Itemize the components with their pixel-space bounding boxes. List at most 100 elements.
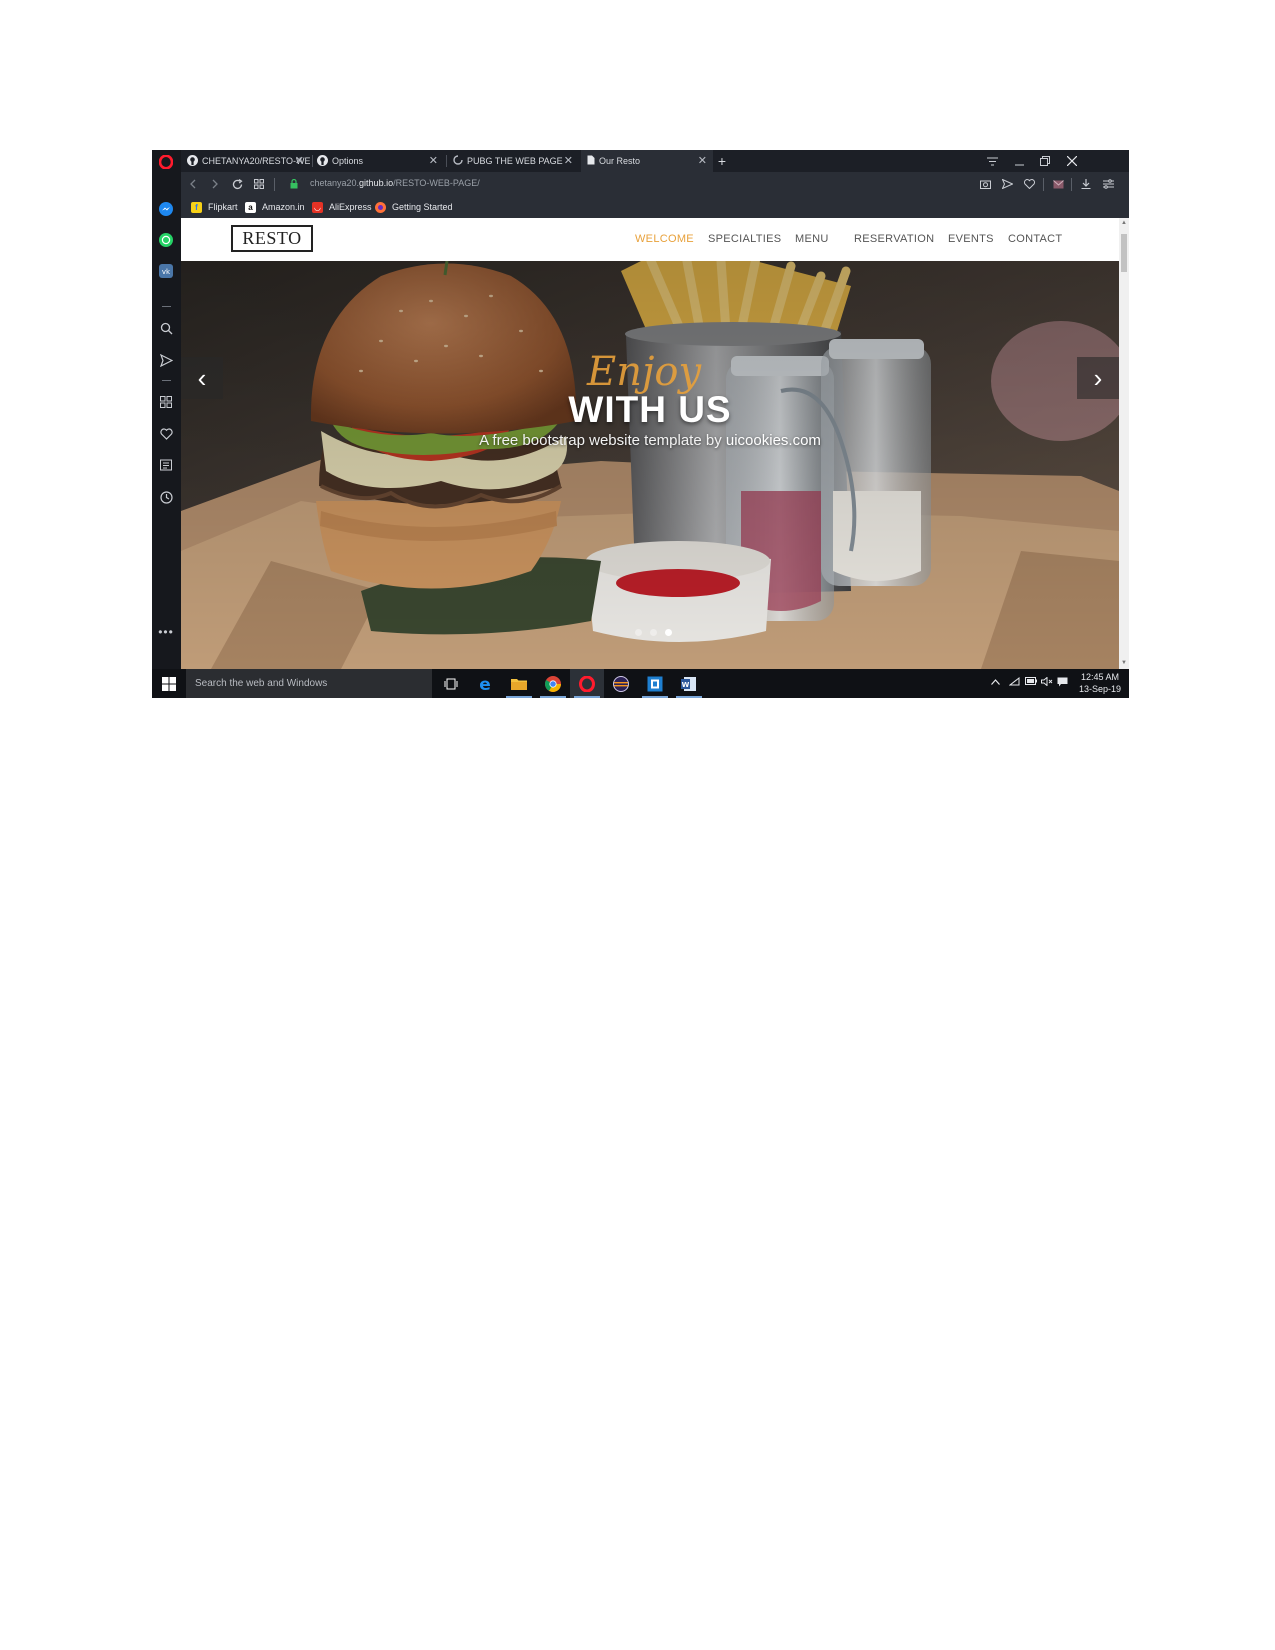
reload-icon[interactable] — [229, 176, 245, 192]
url-prefix: chetanya20. — [310, 178, 360, 188]
close-window-icon[interactable] — [1061, 150, 1083, 172]
bookmark-aliexpress[interactable]: ◡ AliExpress — [312, 200, 372, 214]
messenger-icon[interactable] — [158, 201, 174, 217]
show-hidden-icons-icon[interactable] — [991, 677, 1000, 688]
scroll-up-icon[interactable]: ▲ — [1121, 220, 1127, 226]
url-field[interactable]: chetanya20.github.io/RESTO-WEB-PAGE/ — [310, 178, 480, 188]
bookmark-label: Amazon.in — [262, 202, 305, 212]
task-view-icon[interactable] — [434, 669, 468, 698]
loading-icon — [453, 155, 463, 167]
nav-reservation[interactable]: RESERVATION — [854, 233, 934, 245]
tiles-icon[interactable] — [251, 176, 267, 192]
eclipse-icon[interactable] — [604, 669, 638, 698]
tab-divider — [446, 155, 447, 167]
hero-food-image — [181, 261, 1119, 669]
back-icon[interactable] — [185, 176, 201, 192]
close-icon[interactable]: ✕ — [698, 154, 707, 167]
sticky-app-icon[interactable] — [638, 669, 672, 698]
address-bar: chetanya20.github.io/RESTO-WEB-PAGE/ — [181, 172, 1129, 196]
word-icon[interactable]: W — [672, 669, 706, 698]
restore-icon[interactable] — [1034, 150, 1056, 172]
github-icon — [187, 154, 198, 168]
vk-icon[interactable]: vk — [158, 263, 174, 279]
battery-icon[interactable] — [1025, 677, 1037, 688]
close-icon[interactable]: ✕ — [295, 154, 304, 167]
tab-pubg[interactable]: PUBG THE WEB PAGE ✕ — [448, 150, 579, 172]
taskbar-search-input[interactable]: Search the web and Windows — [186, 669, 432, 698]
minimize-icon[interactable] — [1008, 150, 1030, 172]
carousel-indicator[interactable] — [635, 629, 642, 636]
web-page: RESTO WELCOME SPECIALTIES MENU RESERVATI… — [181, 218, 1119, 669]
extension-mail-icon[interactable] — [1050, 176, 1066, 192]
aliexpress-icon: ◡ — [312, 201, 323, 213]
volume-muted-icon[interactable] — [1041, 676, 1053, 689]
lock-icon[interactable] — [286, 176, 302, 192]
forward-icon[interactable] — [207, 176, 223, 192]
download-icon[interactable] — [1078, 176, 1094, 192]
bookmark-flipkart[interactable]: f Flipkart — [191, 200, 238, 214]
file-explorer-icon[interactable] — [502, 669, 536, 698]
heart-icon[interactable] — [158, 426, 174, 442]
bookmark-label: Flipkart — [208, 202, 238, 212]
snapshot-icon[interactable] — [977, 176, 993, 192]
tab-options[interactable]: Options ✕ — [314, 150, 444, 172]
nav-menu[interactable]: MENU — [795, 233, 829, 245]
page-icon — [587, 155, 595, 167]
windows-start-icon[interactable] — [152, 669, 186, 698]
bookmark-label: AliExpress — [329, 202, 372, 212]
toolbar-divider — [1071, 178, 1072, 191]
more-icon[interactable]: ••• — [158, 624, 174, 640]
chrome-icon[interactable] — [536, 669, 570, 698]
send-icon[interactable] — [999, 176, 1015, 192]
clock-time: 12:45 AM — [1080, 672, 1119, 682]
opera-taskbar-icon[interactable] — [570, 669, 604, 698]
tab-strip: CHETANYA20/RESTO-WEB ✕ Options ✕ PUBG TH… — [181, 150, 1129, 172]
windows-taskbar: Search the web and Windows e W 12:45 AM … — [152, 669, 1129, 698]
scroll-down-icon[interactable]: ▼ — [1121, 660, 1127, 666]
site-navbar: RESTO WELCOME SPECIALTIES MENU RESERVATI… — [181, 218, 1119, 261]
carousel-indicator[interactable] — [650, 629, 657, 636]
easy-setup-icon[interactable] — [1100, 176, 1116, 192]
firefox-icon — [375, 201, 386, 213]
edge-icon[interactable]: e — [468, 669, 502, 698]
search-icon[interactable] — [158, 320, 174, 336]
page-scrollbar[interactable]: ▲ ▼ — [1119, 218, 1129, 669]
tab-menu-icon[interactable] — [981, 150, 1003, 172]
carousel-indicator-active[interactable] — [665, 629, 672, 636]
nav-contact[interactable]: CONTACT — [1008, 233, 1062, 245]
tab-label: PUBG THE WEB PAGE — [467, 156, 563, 166]
bookmark-label: Getting Started — [392, 202, 453, 212]
tab-our-resto[interactable]: Our Resto ✕ — [581, 150, 713, 172]
tab-github-resto[interactable]: CHETANYA20/RESTO-WEB ✕ — [183, 150, 310, 172]
close-icon[interactable]: ✕ — [429, 154, 438, 167]
speed-dial-icon[interactable] — [158, 394, 174, 410]
bookmark-amazon[interactable]: a Amazon.in — [245, 200, 305, 214]
whatsapp-icon[interactable] — [158, 232, 174, 248]
url-path: /RESTO-WEB-PAGE/ — [393, 178, 480, 188]
bookmark-heart-icon[interactable] — [1021, 176, 1037, 192]
nav-welcome[interactable]: WELCOME — [635, 233, 694, 245]
sidebar-divider — [162, 380, 171, 381]
nav-events[interactable]: EVENTS — [948, 233, 994, 245]
hero-subtitle: A free bootstrap website template by uic… — [181, 432, 1119, 449]
bookmark-getting-started[interactable]: Getting Started — [375, 200, 453, 214]
screenshot-window: vk ••• CHETANYA20/RESTO-WEB ✕ Options ✕ … — [152, 150, 1129, 698]
network-icon[interactable] — [1008, 676, 1020, 689]
scroll-thumb[interactable] — [1121, 234, 1127, 272]
nav-specialties[interactable]: SPECIALTIES — [708, 233, 781, 245]
taskbar-clock[interactable]: 12:45 AM 13-Sep-19 — [1079, 671, 1121, 695]
tab-divider — [312, 155, 313, 167]
action-center-icon[interactable] — [1057, 677, 1068, 690]
send-icon[interactable] — [158, 352, 174, 368]
hero-subtitle-link[interactable]: uicookies.com — [726, 432, 821, 449]
history-icon[interactable] — [158, 489, 174, 505]
hero-carousel: ‹ › Enjoy WITH US A free bootstrap websi… — [181, 261, 1119, 669]
close-icon[interactable]: ✕ — [564, 154, 573, 167]
opera-logo-icon[interactable] — [158, 154, 174, 170]
new-tab-button[interactable]: + — [711, 150, 733, 172]
site-logo[interactable]: RESTO — [231, 225, 313, 252]
news-icon[interactable] — [158, 457, 174, 473]
running-indicator — [540, 696, 566, 698]
tab-label: Options — [332, 156, 364, 166]
url-host: github.io — [359, 178, 394, 188]
